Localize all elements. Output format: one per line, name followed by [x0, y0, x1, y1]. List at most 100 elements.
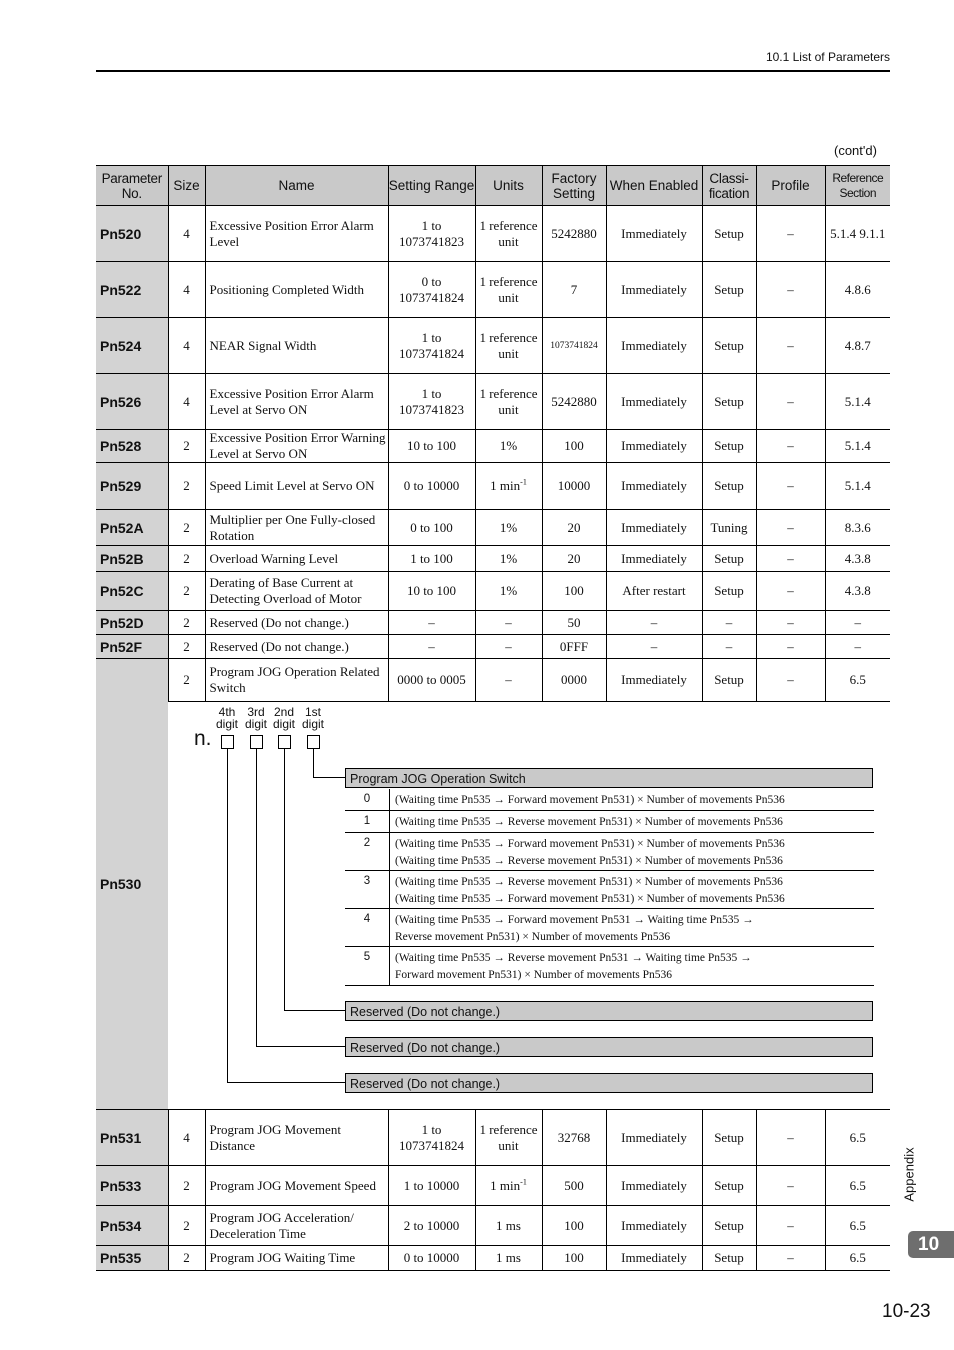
cell-ref: 4.8.7 [824, 317, 890, 374]
cell-name: Multiplier per One Fully-closed Rotation [204, 509, 388, 546]
cell-factory: 100 [541, 429, 606, 463]
cell-factory: 0000 [541, 658, 606, 702]
column-header: Factory Setting [541, 165, 606, 206]
cell-class: Setup [701, 1205, 756, 1246]
parameter-number: Pn529 [96, 462, 168, 510]
cell-name: Program JOG Acceleration/ Deceleration T… [204, 1205, 388, 1246]
table-row: Pn522 4 Positioning Completed Width 0 to 10… [96, 261, 890, 318]
table-row: Pn52D 2 Reserved (Do not change.) – –50– – – – [96, 610, 890, 635]
cell-profile: – [755, 317, 825, 374]
option-value: 4 [363, 913, 371, 925]
table-row: Pn535 2 Program JOG Waiting Time 0 to 10000… [96, 1245, 890, 1271]
cell-enabled: Immediately [605, 509, 702, 546]
cell-factory: 50 [541, 610, 606, 635]
switch-option: 2 (Waiting time Pn535 → Forward movement … [345, 833, 874, 871]
cell-size: 4 [167, 1109, 205, 1166]
parameter-number: Pn530 [96, 658, 168, 1110]
cell-class: Setup [701, 205, 756, 262]
cell-ref: 6.5 [824, 1205, 890, 1246]
cell-units: 1% [474, 571, 542, 611]
connector-line [227, 1082, 345, 1083]
cell-name: Positioning Completed Width [204, 261, 388, 318]
cell-units: 1 reference unit [474, 261, 542, 318]
cell-enabled: Immediately [605, 658, 702, 702]
cell-enabled: Immediately [605, 1165, 702, 1206]
cell-name: Program JOG Movement Distance [204, 1109, 388, 1166]
digit-label: 3rd digit3rddigit [245, 705, 268, 731]
cell-size: 2 [167, 545, 205, 572]
table-row: Pn531 4 Program JOG Movement Distance 1 to … [96, 1109, 890, 1166]
cell-factory: 5242880 [541, 373, 606, 430]
cell-units: – [474, 658, 542, 702]
cell-range: 0 to 1073741824 [387, 261, 475, 318]
cell-name: Program JOG Waiting Time [204, 1245, 388, 1271]
table-row: Pn524 4 NEAR Signal Width 1 to 1073741824 1 … [96, 317, 890, 374]
cell-range: 10 to 100 [387, 429, 475, 463]
column-header: Size [167, 165, 205, 206]
cell-profile: – [755, 429, 825, 463]
parameter-table: Parameter No. Size Name Setting Range Units F… [96, 165, 890, 1271]
parameter-number: Pn52F [96, 634, 168, 659]
column-header: Setting Range [387, 165, 475, 206]
cell-class: Setup [701, 317, 756, 374]
cell-ref: 6.5 [824, 1165, 890, 1206]
option-description: (Waiting time Pn535 → Reverse movement P… [395, 855, 783, 867]
reserved-digit: Reserved (Do not change.) [345, 1073, 873, 1093]
appendix-label: Appendix [901, 1147, 917, 1202]
cell-enabled: – [605, 610, 702, 635]
cell-factory: 32768 [541, 1109, 606, 1166]
column-header: Parameter No. [96, 165, 168, 206]
cell-enabled: Immediately [605, 261, 702, 318]
cell-profile: – [755, 1205, 825, 1246]
cell-class: Tuning [701, 509, 756, 546]
parameter-number: Pn522 [96, 261, 168, 318]
cell-range: 10 to 100 [387, 571, 475, 611]
cell-size: 4 [167, 205, 205, 262]
cell-range: 1 to 10000 [387, 1165, 475, 1206]
cell-units: 1 reference unit [474, 373, 542, 430]
parameter-number: Pn535 [96, 1245, 168, 1271]
cell-factory: 10000 [541, 462, 606, 510]
cell-enabled: Immediately [605, 205, 702, 262]
cell-factory: 100 [541, 571, 606, 611]
cell-units: 1% [474, 509, 542, 546]
table-row: Pn52C 2 Derating of Base Current at Detect… [96, 571, 890, 611]
cell-range: 1 to 100 [387, 545, 475, 572]
parameter-number: Pn52D [96, 610, 168, 635]
page-number: 10-23 [882, 1301, 931, 1322]
cell-name: Excessive Position Error Alarm Level at … [204, 373, 388, 430]
column-header: Units [474, 165, 542, 206]
option-description: (Waiting time Pn535 → Forward movement P… [395, 838, 785, 850]
parameter-number: Pn533 [96, 1165, 168, 1206]
digit-diagram: 4th digit4thdigit 3rd digit3rddigit2nd di… [168, 702, 890, 1109]
cell-profile: – [755, 658, 825, 702]
cell-enabled: Immediately [605, 429, 702, 463]
cell-name: Derating of Base Current at Detecting Ov… [204, 571, 388, 611]
cell-range: 1 to 1073741824 [387, 1109, 475, 1166]
cell-enabled: Immediately [605, 1245, 702, 1271]
digit-box [250, 735, 263, 749]
cell-size: 2 [167, 634, 205, 659]
cell-profile: – [755, 1165, 825, 1206]
side-tab: Appendix [902, 1145, 922, 1205]
connector-line [313, 777, 345, 778]
cell-units: 1 ms [474, 1205, 542, 1246]
cell-units: 1 reference unit [474, 317, 542, 374]
cell-enabled: Immediately [605, 317, 702, 374]
cell-profile: – [755, 571, 825, 611]
cell-size: 4 [167, 373, 205, 430]
connector-line [227, 749, 228, 1082]
option-value: 5 [363, 951, 371, 963]
cell-profile: – [755, 634, 825, 659]
connector-line [284, 749, 285, 1010]
switch-title: Program JOG Operation Switch [345, 768, 873, 788]
cell-enabled: Immediately [605, 373, 702, 430]
option-description: Forward movement Pn531) × Number of move… [395, 969, 673, 981]
connector-line [313, 749, 314, 777]
column-header: Classi-fication [701, 165, 756, 206]
cell-factory: 100 [541, 1245, 606, 1271]
cell-ref: 8.3.6 [824, 509, 890, 546]
cell-size: 2 [167, 509, 205, 546]
cell-units: 1% [474, 429, 542, 463]
switch-option: 5 (Waiting time Pn535 → Reverse movement … [345, 947, 874, 986]
